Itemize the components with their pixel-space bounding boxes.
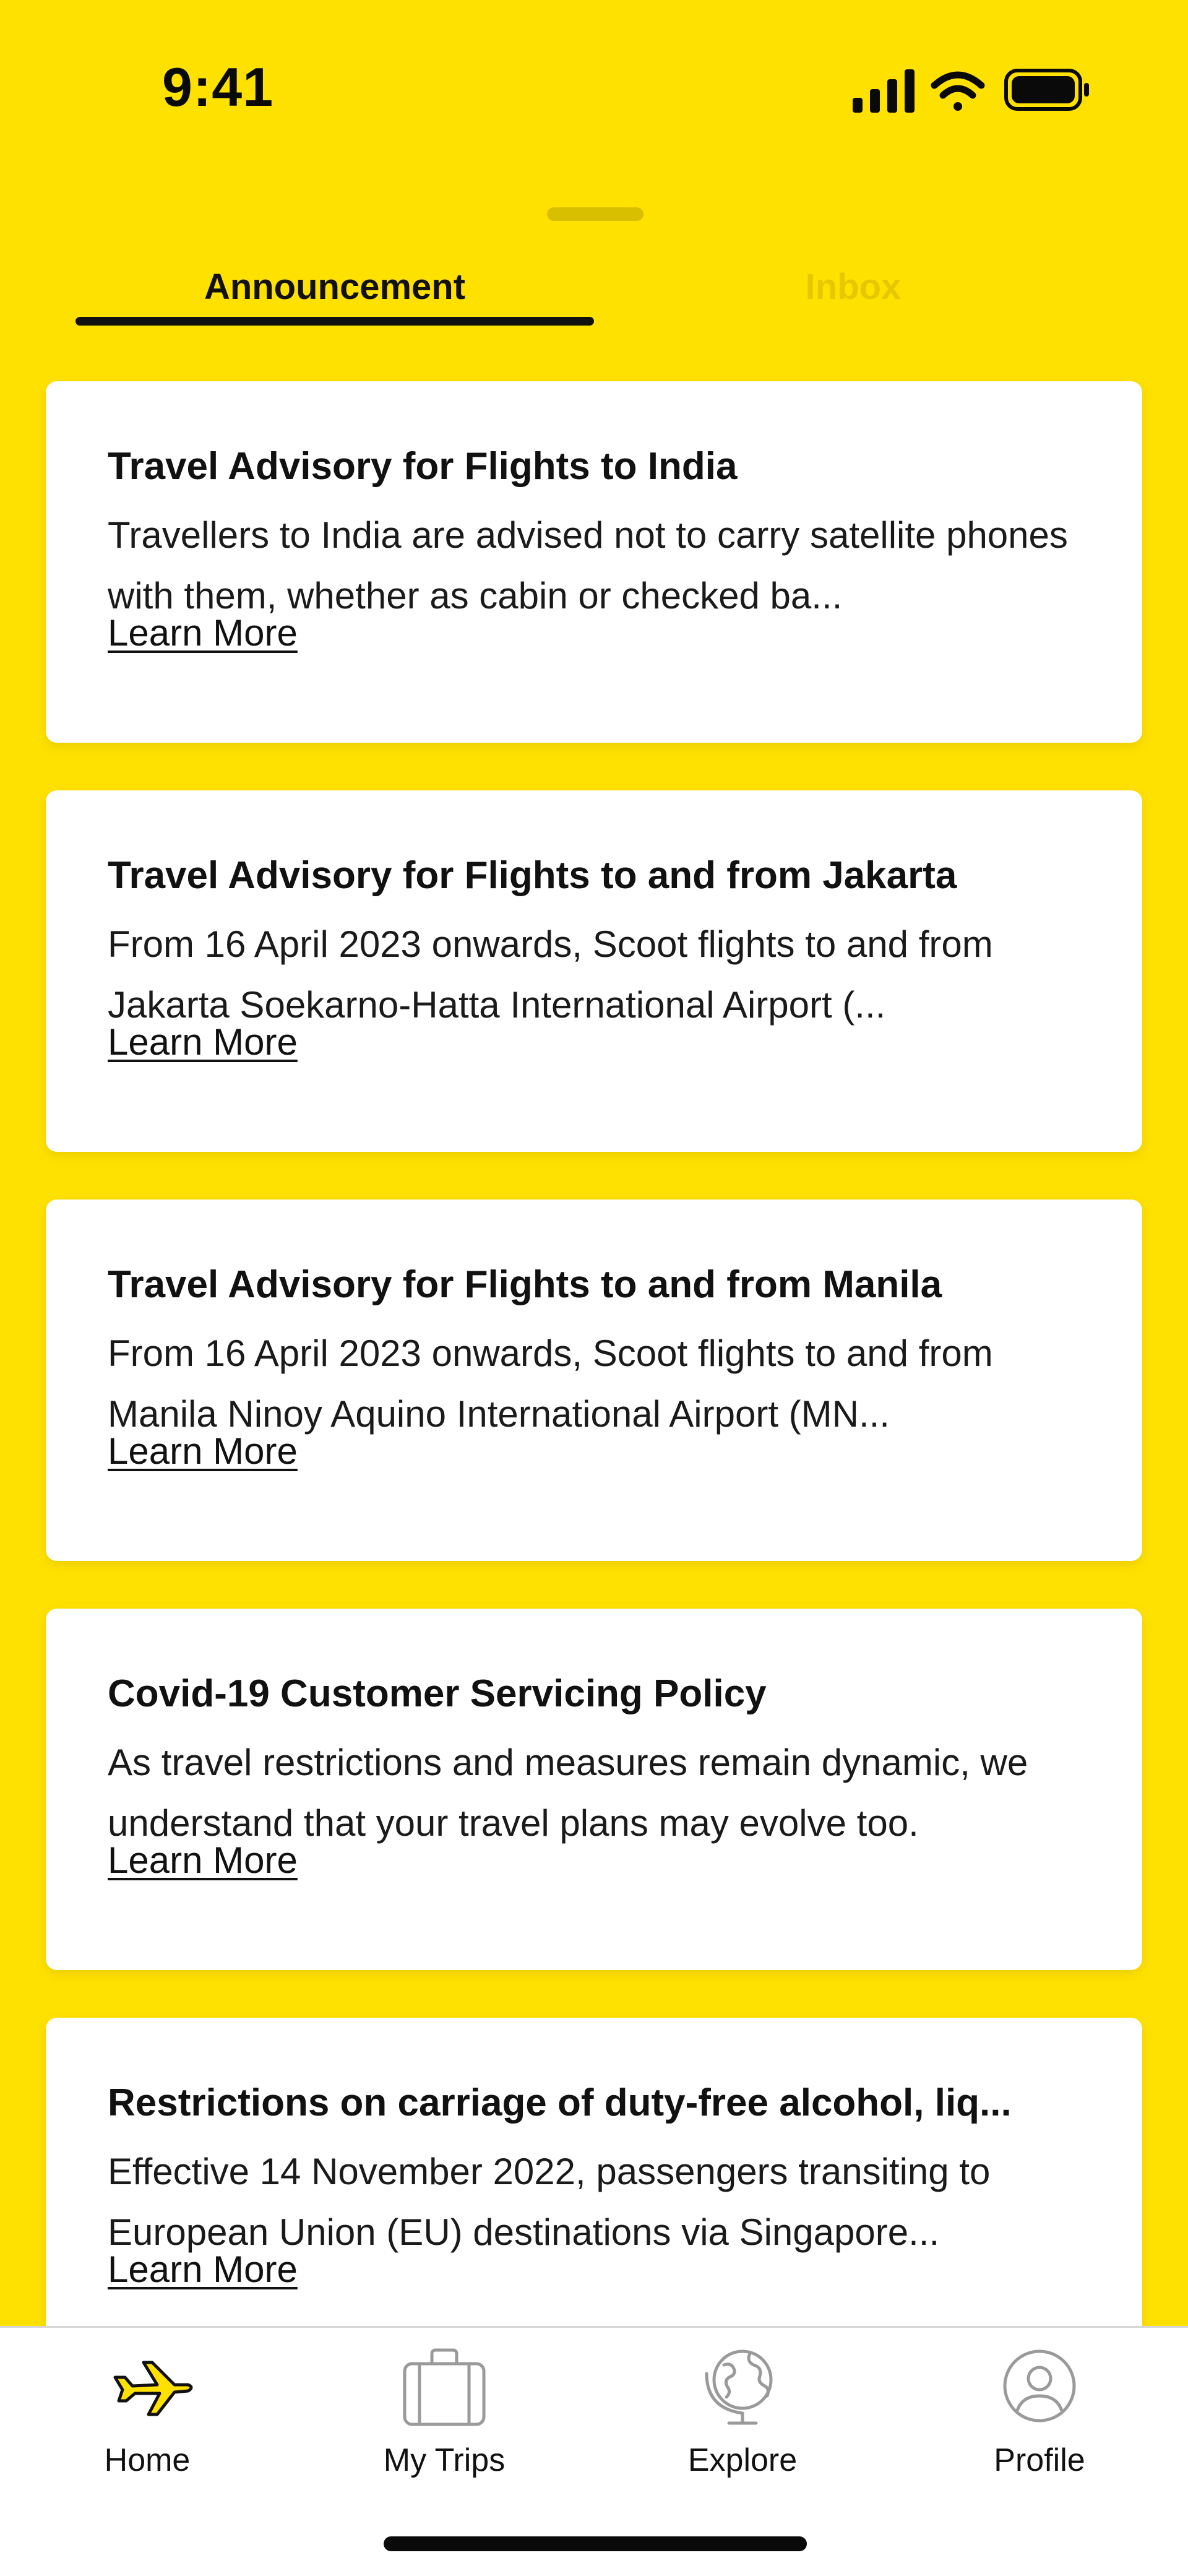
announcement-description: Effective 14 November 2022, passengers t… [108, 2151, 991, 2253]
announcement-list: Travel Advisory for Flights to India Tra… [46, 381, 1142, 2427]
status-time: 9:41 [162, 56, 274, 118]
announcement-title: Travel Advisory for Flights to and from … [108, 1263, 942, 1306]
announcement-title: Restrictions on carriage of duty-free al… [108, 2081, 1012, 2124]
suitcase-icon [403, 2348, 486, 2426]
announcement-title: Travel Advisory for Flights to India [108, 445, 738, 488]
drag-handle[interactable] [547, 207, 644, 221]
globe-icon [705, 2349, 773, 2425]
learn-more-link[interactable]: Learn More [108, 1022, 298, 1063]
active-tab-indicator [75, 317, 594, 326]
user-icon [1003, 2349, 1076, 2423]
learn-more-link[interactable]: Learn More [108, 2249, 298, 2290]
nav-home[interactable]: Home [54, 2346, 240, 2489]
tab-inbox[interactable]: Inbox [594, 266, 1113, 328]
learn-more-link[interactable]: Learn More [108, 1840, 298, 1881]
nav-label: My Trips [383, 2442, 506, 2478]
battery-icon [1004, 69, 1089, 111]
status-bar: 9:41 [0, 0, 1188, 161]
announcement-card[interactable]: Travel Advisory for Flights to and from … [46, 790, 1142, 1152]
nav-explore[interactable]: Explore [650, 2346, 835, 2489]
announcement-card[interactable]: Restrictions on carriage of duty-free al… [46, 2018, 1142, 2379]
home-indicator [384, 2536, 807, 2551]
announcement-card[interactable]: Covid-19 Customer Servicing Policy As tr… [46, 1609, 1142, 1970]
announcement-description: From 16 April 2023 onwards, Scoot flight… [108, 923, 993, 1026]
nav-label: Explore [687, 2442, 798, 2478]
cellular-signal-icon [853, 69, 915, 113]
announcement-title: Covid-19 Customer Servicing Policy [108, 1672, 767, 1715]
announcement-description: Travellers to India are advised not to c… [108, 514, 1068, 616]
nav-label: Home [104, 2442, 191, 2478]
announcement-description: From 16 April 2023 onwards, Scoot flight… [108, 1333, 993, 1435]
nav-my-trips[interactable]: My Trips [351, 2346, 537, 2489]
airplane-icon [113, 2361, 193, 2416]
announcement-description: As travel restrictions and measures rema… [108, 1742, 1028, 1844]
status-icons [853, 69, 1089, 113]
wifi-icon [931, 71, 985, 111]
tab-bar: Announcement Inbox [0, 248, 1188, 334]
learn-more-link[interactable]: Learn More [108, 613, 298, 654]
announcement-card[interactable]: Travel Advisory for Flights to India Tra… [46, 381, 1142, 743]
nav-label: Profile [994, 2442, 1085, 2478]
announcement-title: Travel Advisory for Flights to and from … [108, 854, 957, 897]
learn-more-link[interactable]: Learn More [108, 1431, 298, 1472]
announcement-card[interactable]: Travel Advisory for Flights to and from … [46, 1199, 1142, 1561]
nav-profile[interactable]: Profile [947, 2346, 1132, 2489]
